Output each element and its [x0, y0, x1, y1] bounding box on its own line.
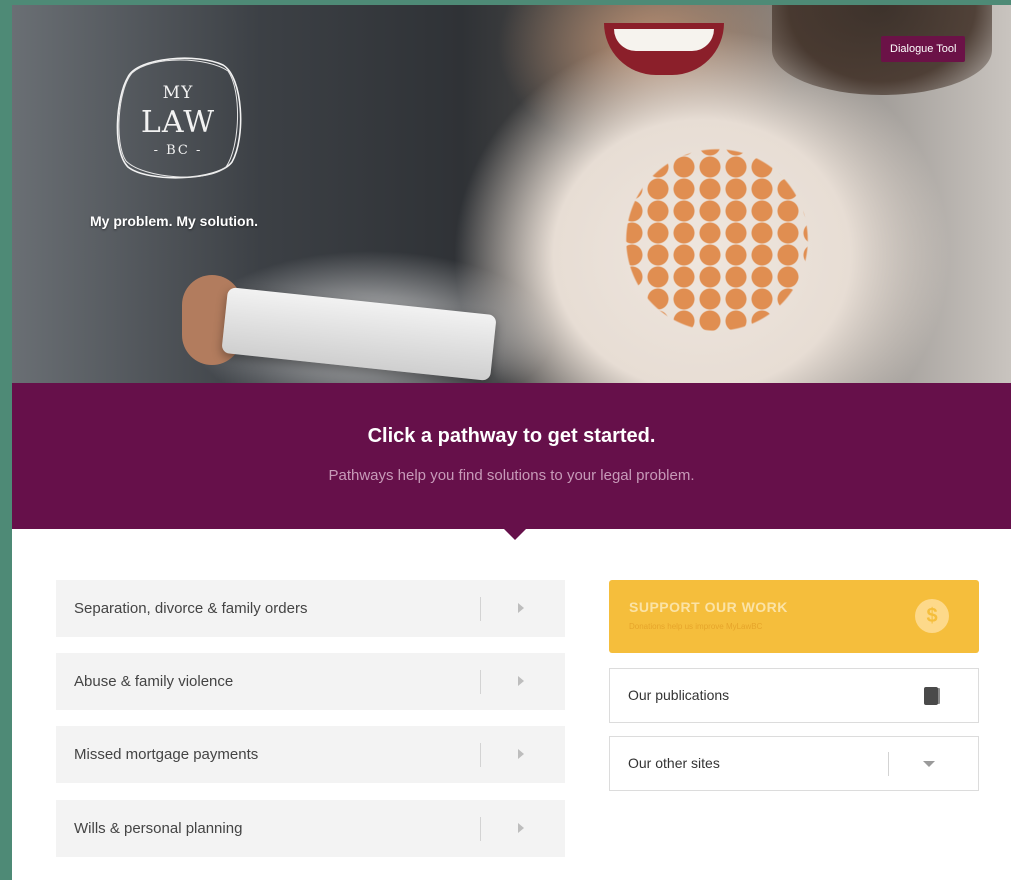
pathway-wills[interactable]: Wills & personal planning: [56, 800, 565, 857]
support-subtitle: Donations help us improve MyLawBC: [629, 622, 763, 631]
logo-bc: - BC -: [153, 143, 203, 158]
our-publications-link[interactable]: Our publications: [609, 668, 979, 723]
chevron-right-icon: [518, 749, 524, 759]
pathway-banner: Click a pathway to get started. Pathways…: [12, 383, 1011, 529]
logo-my: MY: [162, 83, 194, 103]
banner-subtitle: Pathways help you find solutions to your…: [328, 467, 695, 484]
page: MY LAW - BC - My problem. My solution. D…: [12, 5, 1011, 880]
divider: [480, 597, 481, 621]
chevron-right-icon: [518, 603, 524, 613]
dialogue-tool-button[interactable]: Dialogue Tool: [881, 36, 966, 62]
publications-label: Our publications: [628, 687, 730, 703]
banner-pointer-icon: [504, 529, 526, 540]
pathway-separation[interactable]: Separation, divorce & family orders: [56, 580, 565, 637]
banner-title: Click a pathway to get started.: [367, 425, 656, 447]
divider: [480, 817, 481, 841]
hero-phone: [221, 287, 497, 381]
hero-image: MY LAW - BC - My problem. My solution. D…: [12, 5, 1011, 383]
mylawbc-logo[interactable]: MY LAW - BC -: [108, 47, 248, 187]
chevron-right-icon: [518, 823, 524, 833]
book-icon: [924, 687, 938, 705]
pathway-mortgage[interactable]: Missed mortgage payments: [56, 726, 565, 783]
hero-teeth: [614, 29, 714, 51]
pathway-label: Abuse & family violence: [74, 673, 234, 690]
chevron-right-icon: [518, 676, 524, 686]
pathway-abuse[interactable]: Abuse & family violence: [56, 653, 565, 710]
support-our-work-button[interactable]: SUPPORT OUR WORK Donations help us impro…: [609, 580, 979, 653]
chevron-down-icon: [923, 761, 935, 767]
tagline: My problem. My solution.: [90, 213, 259, 229]
dollar-icon: $: [915, 599, 949, 633]
pathway-label: Separation, divorce & family orders: [74, 600, 308, 617]
other-sites-label: Our other sites: [628, 755, 720, 771]
divider: [888, 752, 889, 776]
pathway-label: Wills & personal planning: [74, 820, 243, 837]
hero-necklace: [567, 90, 867, 380]
divider: [480, 743, 481, 767]
logo-law: LAW: [140, 105, 216, 140]
pathway-label: Missed mortgage payments: [74, 746, 259, 763]
our-other-sites-dropdown[interactable]: Our other sites: [609, 736, 979, 791]
support-title: SUPPORT OUR WORK: [629, 599, 788, 615]
divider: [480, 670, 481, 694]
